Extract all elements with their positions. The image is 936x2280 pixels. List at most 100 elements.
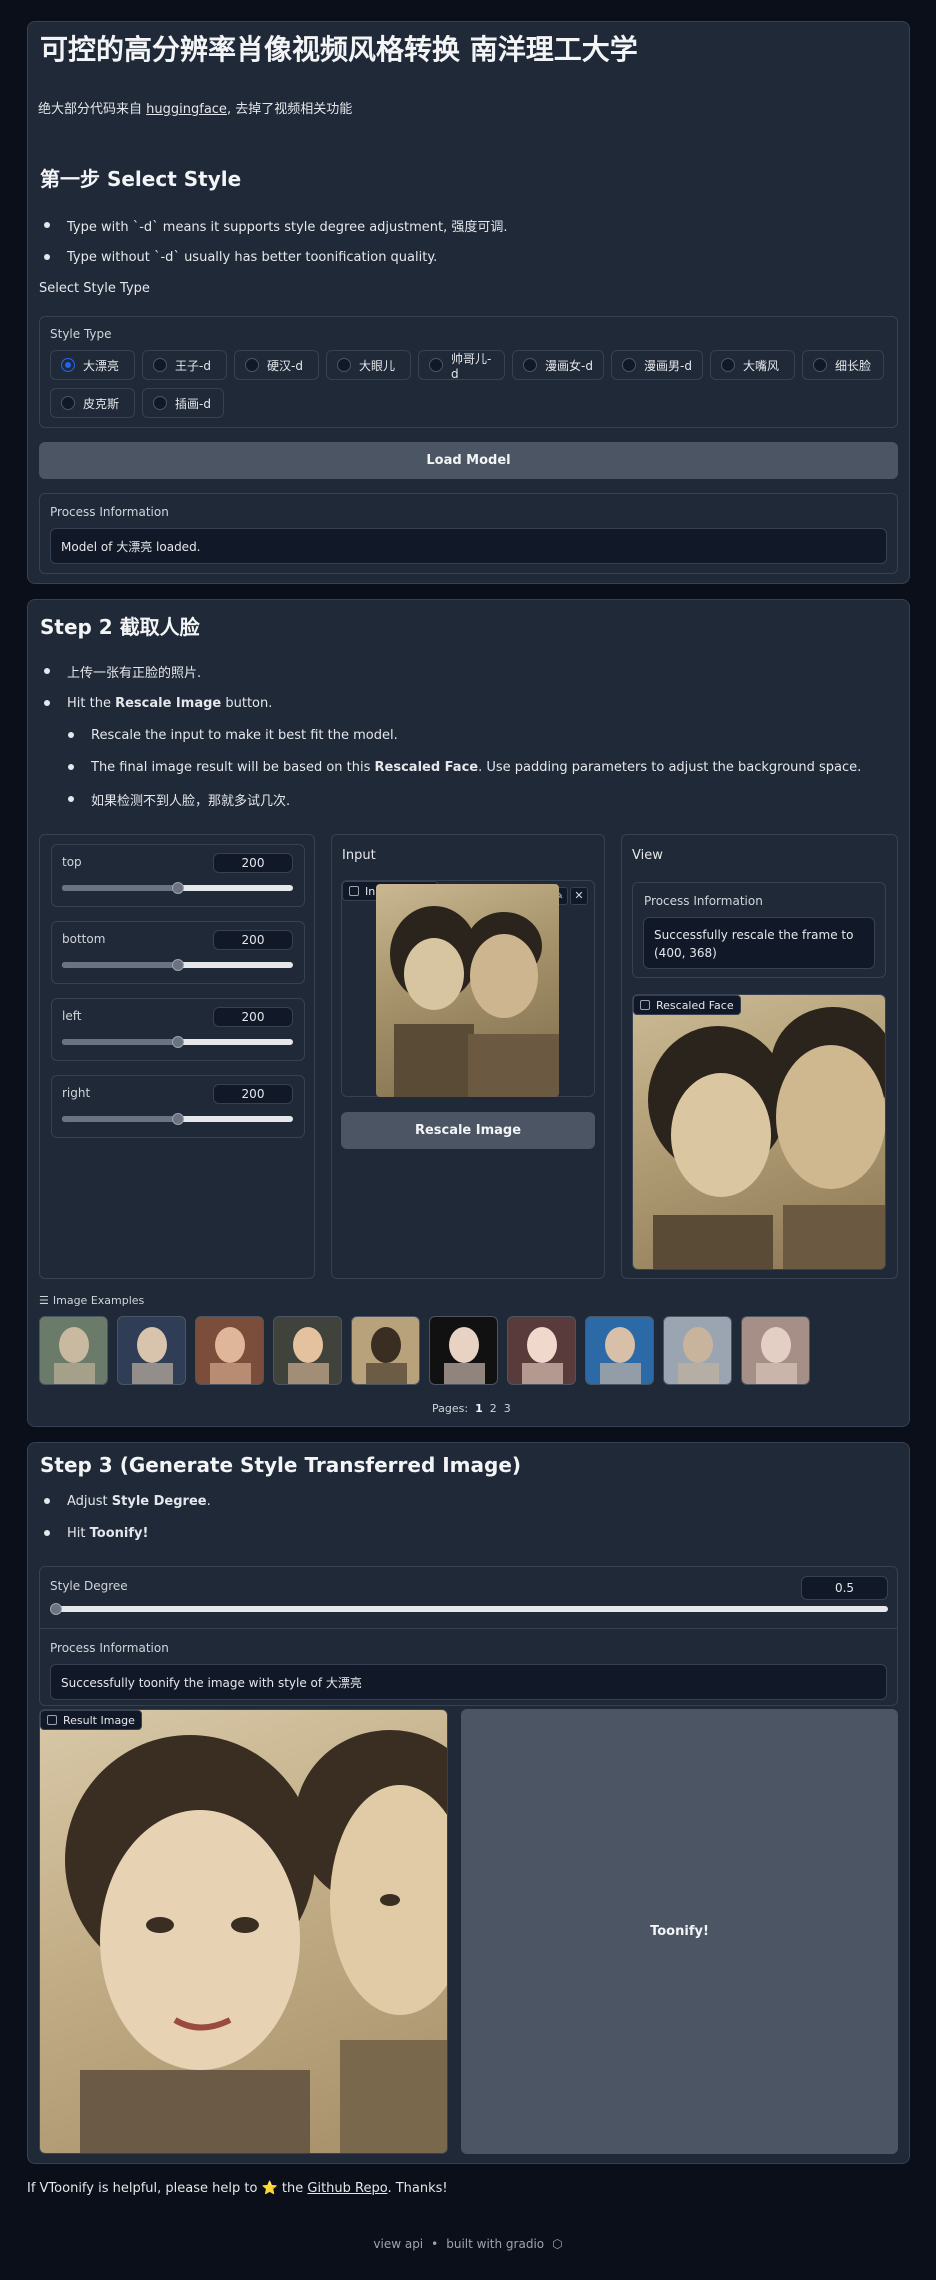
example-thumbnail[interactable] (741, 1316, 810, 1385)
slider-handle[interactable] (172, 1036, 184, 1048)
style-type-group: Style Type 大漂亮 王子-d 硬汉-d 大眼儿 帅哥儿-d 漫画女-d 漫画男-d… (39, 316, 898, 428)
rescale-image-button[interactable]: Rescale Image (341, 1112, 595, 1149)
example-thumbnail-art (288, 1327, 329, 1384)
list-item: Rescale the input to make it best fit th… (68, 726, 894, 744)
style-option-label: 大嘴风 (743, 358, 780, 373)
image-icon (47, 1715, 57, 1725)
list-item: Type with `-d` means it supports style d… (44, 216, 884, 235)
radio-circle[interactable] (337, 358, 351, 372)
example-thumbnail[interactable] (273, 1316, 342, 1385)
example-thumbnail-art (756, 1327, 797, 1384)
radio-circle[interactable] (153, 396, 167, 410)
divider (40, 1628, 897, 1629)
gradio-logo-icon: ⬡ (552, 2237, 563, 2251)
style-degree-value[interactable]: 0.5 (801, 1576, 888, 1600)
slider-label: left (62, 1009, 82, 1023)
load-model-button[interactable]: Load Model (39, 442, 898, 479)
example-thumbnail-art (210, 1327, 251, 1384)
close-icon[interactable]: ✕ (570, 887, 588, 905)
padding-slider-left: left 200 (51, 998, 305, 1061)
slider-value[interactable]: 200 (213, 1084, 293, 1104)
step3-bullet-list: Adjust Style Degree. Hit Toonify! (44, 1492, 894, 1542)
result-image-box: Result Image (39, 1709, 448, 2154)
radio-circle[interactable] (61, 358, 75, 372)
example-thumbnail[interactable] (39, 1316, 108, 1385)
style-option-label: 大漂亮 (83, 358, 120, 373)
list-item: 上传一张有正脸的照片. (44, 662, 894, 681)
example-thumbnail[interactable] (585, 1316, 654, 1385)
style-option[interactable]: 帅哥儿-d (418, 350, 505, 381)
example-thumbnail[interactable] (663, 1316, 732, 1385)
radio-circle[interactable] (813, 358, 827, 372)
slider-value[interactable]: 200 (213, 930, 293, 950)
slider-label: top (62, 855, 82, 869)
slider-fill (62, 962, 178, 968)
example-thumbnail-art (54, 1327, 95, 1384)
slider-value[interactable]: 200 (213, 853, 293, 873)
style-option-label: 插画-d (175, 396, 211, 411)
example-thumbnail-art (678, 1327, 719, 1384)
step1-bullet-list: Type with `-d` means it supports style d… (44, 216, 884, 266)
slider-handle[interactable] (172, 882, 184, 894)
style-option[interactable]: 王子-d (142, 350, 227, 380)
slider-value[interactable]: 200 (213, 1007, 293, 1027)
radio-circle[interactable] (153, 358, 167, 372)
slider-handle[interactable] (172, 1113, 184, 1125)
padding-slider-top: top 200 (51, 844, 305, 907)
style-degree-slider-handle[interactable] (50, 1603, 62, 1615)
style-option[interactable]: 皮克斯 (50, 388, 135, 418)
toonify-button[interactable]: Toonify! (461, 1709, 898, 2154)
radio-circle[interactable] (61, 396, 75, 410)
style-option[interactable]: 大嘴风 (710, 350, 795, 380)
list-item: Type without `-d` usually has better too… (44, 248, 884, 266)
example-thumbnail[interactable] (507, 1316, 576, 1385)
result-photo (40, 1710, 447, 2153)
style-option-label: 漫画男-d (644, 358, 692, 373)
style-option[interactable]: 大漂亮 (50, 350, 135, 380)
star-icon: ⭐ (261, 2181, 278, 2196)
example-thumbnail[interactable] (117, 1316, 186, 1385)
result-photo-art (65, 1730, 447, 2153)
image-examples (39, 1316, 810, 1385)
page-link-3[interactable]: 3 (504, 1402, 511, 1415)
radio-circle[interactable] (523, 358, 537, 372)
slider-handle[interactable] (172, 959, 184, 971)
style-option[interactable]: 细长脸 (802, 350, 884, 380)
input-photo (376, 884, 559, 1097)
style-type-label: Style Type (50, 327, 112, 341)
github-repo-link[interactable]: Github Repo (307, 2181, 387, 2196)
slider-fill (62, 1039, 178, 1045)
style-option-label: 王子-d (175, 358, 211, 373)
result-image-tag: Result Image (40, 1710, 142, 1730)
style-option[interactable]: 大眼儿 (326, 350, 411, 380)
example-thumbnail[interactable] (195, 1316, 264, 1385)
style-degree-slider[interactable] (50, 1606, 888, 1612)
built-with-gradio-link[interactable]: built with gradio (446, 2237, 544, 2251)
list-item: Hit Toonify! (44, 1524, 894, 1542)
view-api-link[interactable]: view api (373, 2237, 423, 2251)
style-option-label: 细长脸 (835, 358, 872, 373)
slider-label: bottom (62, 932, 106, 946)
style-option[interactable]: 硬汉-d (234, 350, 319, 380)
list-item: 如果检测不到人脸，那就多试几次. (68, 790, 894, 809)
example-thumbnail-art (522, 1327, 563, 1384)
huggingface-link[interactable]: huggingface (146, 102, 227, 117)
page-link-1[interactable]: 1 (475, 1402, 483, 1415)
radio-circle[interactable] (721, 358, 735, 372)
process-info-label: Process Information (50, 505, 169, 519)
radio-circle[interactable] (429, 358, 443, 372)
gradio-footer: view api • built with gradio ⬡ (373, 2237, 563, 2251)
input-photo-art (390, 906, 559, 1097)
style-option[interactable]: 漫画男-d (611, 350, 703, 380)
slider-fill (62, 1116, 178, 1122)
slider-fill (62, 885, 178, 891)
example-thumbnail[interactable] (429, 1316, 498, 1385)
step2-title: Step 2 截取人脸 (40, 615, 200, 639)
radio-circle[interactable] (245, 358, 259, 372)
style-option[interactable]: 漫画女-d (512, 350, 604, 380)
radio-circle[interactable] (622, 358, 636, 372)
input-image-box[interactable]: Input Image ✎ ✕ (341, 880, 595, 1097)
page-link-2[interactable]: 2 (490, 1402, 497, 1415)
example-thumbnail[interactable] (351, 1316, 420, 1385)
style-option[interactable]: 插画-d (142, 388, 224, 418)
